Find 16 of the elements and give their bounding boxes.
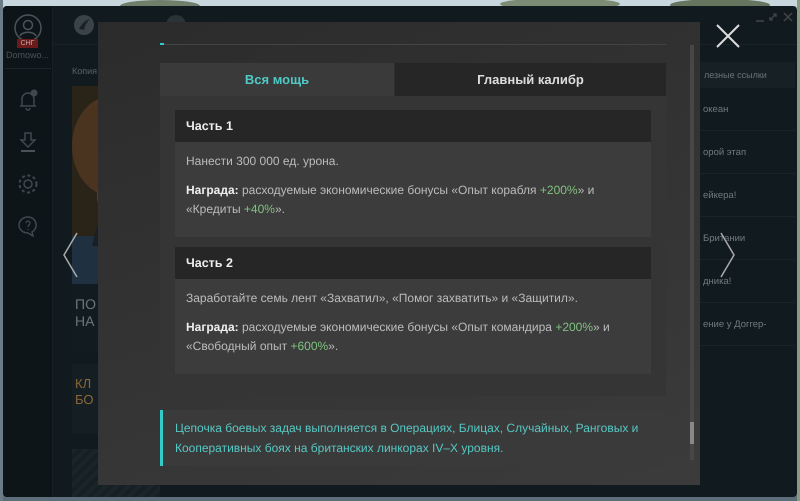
- reward-text: Награда: расходуемые экономические бонусы «Опыт корабля +200%» и «Кредиты +40%».: [186, 182, 596, 218]
- tab[interactable]: Главный калибр: [395, 63, 666, 96]
- settings-icon[interactable]: [16, 173, 38, 195]
- part-title: Часть 1: [175, 110, 651, 142]
- reward-text: Награда: расходуемые экономические бонусы «Опыт командира +200%» и «Свободный опыт +600%».: [186, 319, 611, 355]
- maximize-icon[interactable]: [768, 12, 778, 22]
- username: Domowo...: [4, 50, 50, 69]
- part-title: Часть 2: [175, 247, 651, 279]
- links-dropdown[interactable]: лезные ссылки: [700, 62, 795, 88]
- avatar-icon[interactable]: [14, 14, 42, 42]
- tab[interactable]: Вся мощь: [160, 63, 394, 96]
- logo-icon[interactable]: [73, 14, 95, 36]
- task-text: Нанести 300 000 ед. урона.: [186, 153, 340, 170]
- help-icon[interactable]: [16, 215, 38, 237]
- download-icon[interactable]: [16, 131, 38, 153]
- task-text: Заработайте семь лент «Захватил», «Помог захватить» и «Защитил».: [186, 290, 579, 307]
